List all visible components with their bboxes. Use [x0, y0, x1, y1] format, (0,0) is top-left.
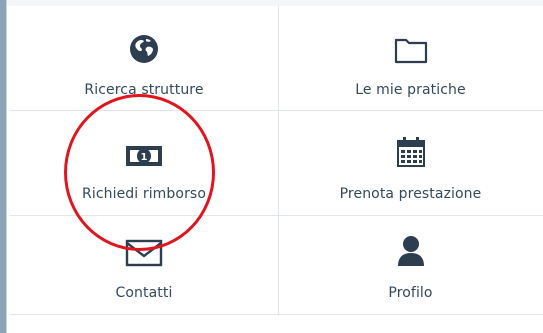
menu-item-prenota-prestazione[interactable]: Prenota prestazione: [278, 110, 543, 215]
envelope-icon: [125, 227, 163, 267]
user-icon: [396, 227, 426, 267]
menu-grid: Ricerca strutture Le mie pratiche 1 Rich…: [10, 6, 543, 314]
menu-item-label: Profilo: [388, 285, 433, 301]
menu-item-label: Contatti: [115, 285, 173, 301]
menu-item-profilo[interactable]: Profilo: [278, 215, 543, 315]
menu-item-label: Ricerca strutture: [84, 82, 204, 98]
menu-item-contatti[interactable]: Contatti: [10, 215, 278, 315]
menu-item-le-mie-pratiche[interactable]: Le mie pratiche: [278, 6, 543, 110]
menu-item-label: Prenota prestazione: [339, 186, 482, 202]
calendar-icon: [395, 128, 427, 168]
menu-item-label: Le mie pratiche: [355, 82, 466, 98]
menu-item-richiedi-rimborso[interactable]: 1 Richiedi rimborso: [10, 110, 278, 215]
money-icon: 1: [125, 128, 163, 168]
menu-item-label: Richiedi rimborso: [82, 186, 206, 202]
menu-item-ricerca-strutture[interactable]: Ricerca strutture: [10, 6, 278, 110]
page-left-border: [0, 0, 7, 333]
folder-icon: [394, 24, 428, 64]
svg-text:1: 1: [141, 152, 148, 163]
grid-bottom-border: [10, 314, 543, 315]
globe-icon: [129, 24, 159, 64]
